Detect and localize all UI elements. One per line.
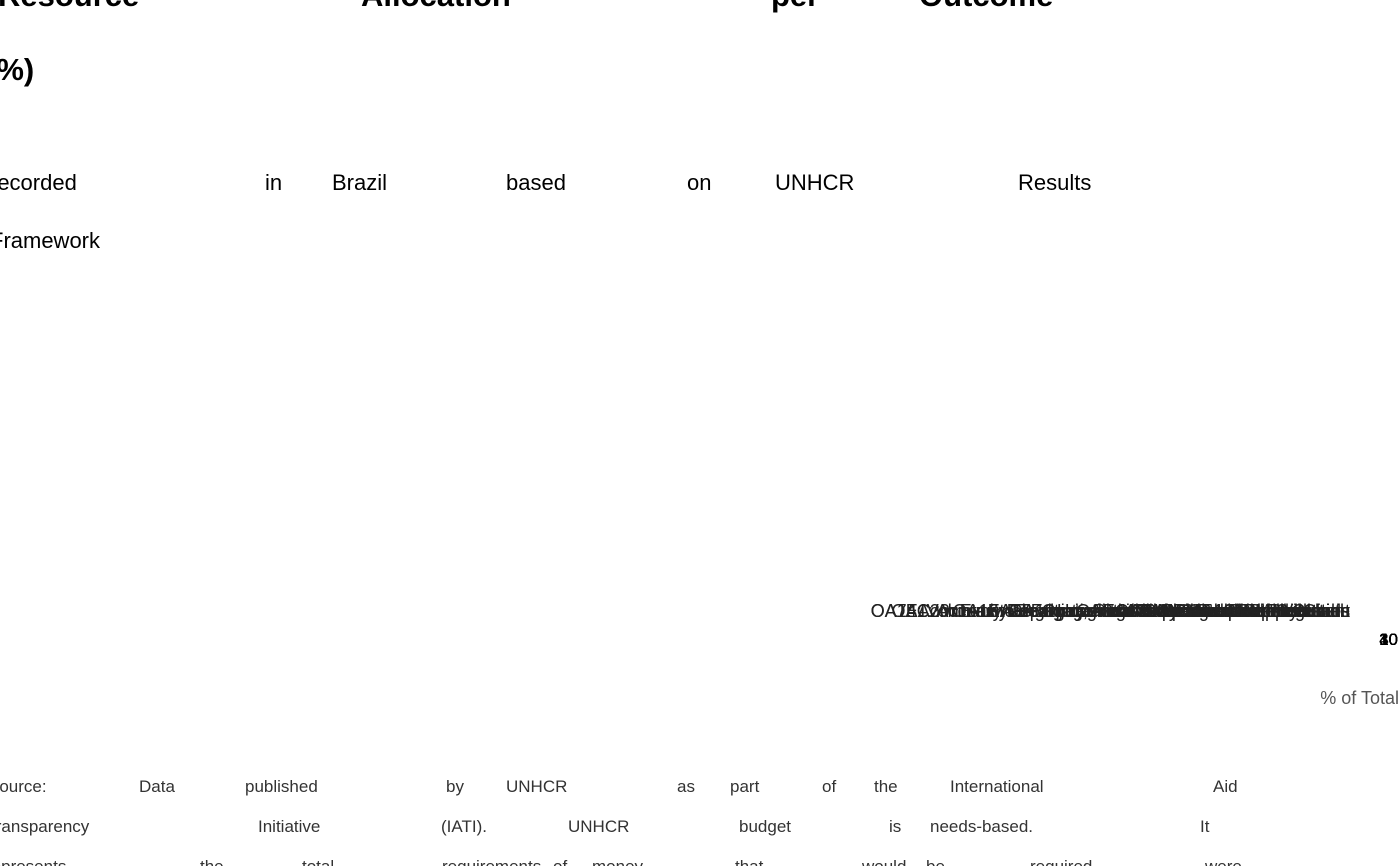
source-word: Data: [139, 777, 175, 796]
source-word: the: [200, 857, 224, 866]
source-word: be: [926, 857, 945, 866]
source-word: is: [889, 817, 902, 836]
source-word: that: [735, 857, 763, 866]
source-word: Aid: [1213, 777, 1238, 796]
source-word: as: [677, 777, 695, 796]
source-word: by: [446, 777, 464, 796]
source-word: of: [553, 857, 567, 866]
value-label: 40: [1379, 630, 1398, 649]
source-word: required: [1030, 857, 1092, 866]
source-word: published: [245, 777, 318, 796]
source-word: International: [950, 777, 1044, 796]
value-labels: 1030104010304010301040301040: [1379, 630, 1398, 649]
chart-plot: OA7: Community Engagement and Women's Em…: [871, 601, 1399, 708]
source-word: the: [874, 777, 898, 796]
source-word: part: [730, 777, 760, 796]
source-word: It: [1200, 817, 1210, 836]
category-labels: OA7: Community Engagement and Women's Em…: [871, 601, 1350, 621]
source-word: represents: [0, 857, 66, 866]
x-axis-label: % of Total: [1320, 688, 1399, 708]
source-word: were: [1205, 857, 1242, 866]
source-word: requirements: [442, 857, 541, 866]
source-word: UNHCR: [568, 817, 630, 836]
source-word: needs-based.: [930, 817, 1034, 836]
source-word: Transparency: [0, 817, 90, 836]
category-label: EA20: External Engagement and Resource M…: [906, 601, 1350, 621]
source-word: of: [822, 777, 837, 796]
source-word: UNHCR: [506, 777, 568, 796]
source-word: (IATI).: [441, 817, 487, 836]
source-word: would: [862, 857, 906, 866]
source-word: total: [302, 857, 334, 866]
source-word: budget: [739, 817, 791, 836]
source-word: Initiative: [258, 817, 321, 836]
source-word: money: [592, 857, 643, 866]
source-word: Source:: [0, 777, 47, 796]
